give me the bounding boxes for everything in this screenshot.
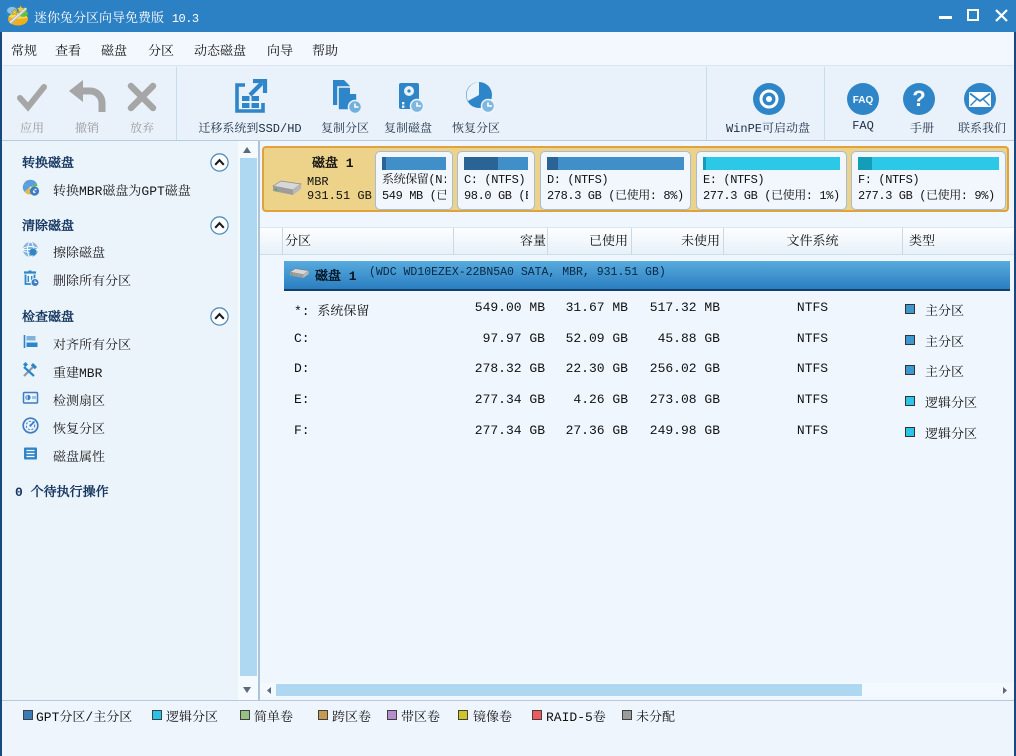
svg-text:FAQ: FAQ [853,95,874,106]
svg-text:?: ? [912,86,925,111]
